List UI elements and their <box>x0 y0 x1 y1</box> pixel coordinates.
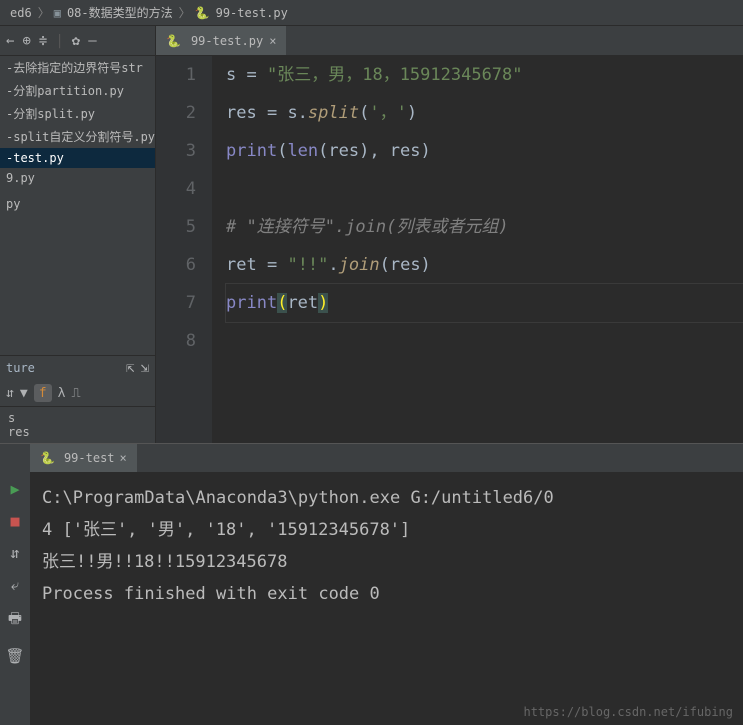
structure-toolbar: ⇵ ▼ f λ ⎍ <box>0 380 155 406</box>
sort-icon[interactable]: ⇵ <box>6 386 14 401</box>
divider: | <box>55 33 63 49</box>
line-number: 5 <box>156 208 196 246</box>
file-item[interactable]: -分割partition.py <box>0 79 155 102</box>
sidebar: ← ⊕ ≑ | ✿ — -去除指定的边界符号str -分割partition.p… <box>0 26 156 443</box>
file-list: -去除指定的边界符号str -分割partition.py -分割split.p… <box>0 56 155 355</box>
file-item[interactable]: -分割split.py <box>0 102 155 125</box>
close-icon[interactable]: × <box>120 451 127 465</box>
code-area[interactable]: 1 2 3 4 5 6 7 8 s = "张三，男，18，15912345678… <box>156 56 743 443</box>
line-number: 1 <box>156 56 196 94</box>
collapse-icon[interactable]: ≑ <box>39 33 47 49</box>
breadcrumb-root[interactable]: ed6 <box>8 6 34 20</box>
output-line: 张三!!男!!18!!15912345678 <box>42 546 731 578</box>
filter-icon[interactable]: ▼ <box>20 386 28 401</box>
stop-icon[interactable]: ■ <box>10 512 19 530</box>
tree-icon[interactable]: ⎍ <box>71 386 80 401</box>
console-tab[interactable]: 🐍 99-test × <box>30 444 137 472</box>
chevron-icon: 〉 <box>175 4 195 21</box>
console-output[interactable]: C:\ProgramData\Anaconda3\python.exe G:/u… <box>30 472 743 725</box>
file-item[interactable]: -去除指定的边界符号str <box>0 56 155 79</box>
code-line: res = s.split('，') <box>226 94 743 132</box>
gear-icon[interactable]: ✿ <box>72 33 80 49</box>
target-icon[interactable]: ⊕ <box>22 33 30 49</box>
line-number: 6 <box>156 246 196 284</box>
trash-icon[interactable]: 🗑 <box>5 647 24 665</box>
code-line <box>226 170 743 208</box>
structure-header[interactable]: ture ⇱ ⇲ <box>0 355 155 380</box>
back-icon[interactable]: ← <box>6 33 14 49</box>
file-item[interactable]: 9.py <box>0 168 155 188</box>
python-icon: 🐍 <box>195 6 210 20</box>
file-item-selected[interactable]: -test.py <box>0 148 155 168</box>
breadcrumb-folder[interactable]: 08-数据类型的方法 <box>65 4 175 21</box>
fields-icon[interactable]: f <box>34 384 52 402</box>
line-number: 4 <box>156 170 196 208</box>
console-tab-label: 99-test <box>64 451 115 465</box>
output-line: Process finished with exit code 0 <box>42 578 731 610</box>
python-icon: 🐍 <box>40 451 55 465</box>
layout-icon[interactable]: ⇵ <box>10 544 19 562</box>
python-icon: 🐍 <box>166 34 181 48</box>
var-item[interactable]: res <box>8 425 147 439</box>
wrap-icon[interactable]: ⤶ <box>11 576 19 594</box>
code-line: ret = "!!".join(res) <box>226 246 743 284</box>
vars-section: s res <box>0 406 155 443</box>
code-line: s = "张三，男，18，15912345678" <box>226 56 743 94</box>
line-number: 3 <box>156 132 196 170</box>
folder-icon: ▣ <box>54 6 61 20</box>
output-line: C:\ProgramData\Anaconda3\python.exe G:/u… <box>42 482 731 514</box>
var-item[interactable]: s <box>8 411 147 425</box>
console: ▶ ■ ⇵ ⤶ 🖶 🗑 🐍 99-test × C:\ProgramData\A… <box>0 443 743 725</box>
collapse-icon[interactable]: ⇲ <box>141 360 149 376</box>
line-number: 7 <box>156 284 196 322</box>
code-line-active: print(ret) <box>226 284 743 322</box>
tab-label: 99-test.py <box>191 34 263 48</box>
chevron-icon: 〉 <box>34 4 54 21</box>
print-icon[interactable]: 🖶 <box>8 608 22 633</box>
rerun-icon[interactable]: ▶ <box>10 480 19 498</box>
gutter: 1 2 3 4 5 6 7 8 <box>156 56 212 443</box>
file-item[interactable]: py <box>0 194 155 214</box>
code-content[interactable]: s = "张三，男，18，15912345678" res = s.split(… <box>212 56 743 443</box>
watermark: https://blog.csdn.net/ifubing <box>523 705 733 719</box>
code-line: # "连接符号".join(列表或者元组) <box>226 208 743 246</box>
lambda-icon[interactable]: λ <box>58 386 66 401</box>
tab-bar: 🐍 99-test.py × <box>156 26 743 56</box>
close-icon[interactable]: × <box>269 34 276 48</box>
console-tab-bar: 🐍 99-test × <box>30 444 743 472</box>
expand-icon[interactable]: ⇱ <box>126 360 134 376</box>
code-line: print(len(res), res) <box>226 132 743 170</box>
code-line <box>226 322 743 360</box>
editor-tab[interactable]: 🐍 99-test.py × <box>156 26 286 55</box>
breadcrumb: ed6 〉 ▣ 08-数据类型的方法 〉 🐍 99-test.py <box>0 0 743 26</box>
breadcrumb-file[interactable]: 99-test.py <box>214 6 290 20</box>
line-number: 8 <box>156 322 196 360</box>
output-line: 4 ['张三', '男', '18', '15912345678'] <box>42 514 731 546</box>
minimize-icon[interactable]: — <box>88 33 96 49</box>
line-number: 2 <box>156 94 196 132</box>
file-item[interactable]: -split自定义分割符号.py <box>0 125 155 148</box>
console-toolbar: ▶ ■ ⇵ ⤶ 🖶 🗑 <box>0 444 30 725</box>
editor: 🐍 99-test.py × 1 2 3 4 5 6 7 8 s = "张三，男… <box>156 26 743 443</box>
sidebar-toolbar: ← ⊕ ≑ | ✿ — <box>0 26 155 56</box>
structure-label: ture <box>6 361 35 375</box>
